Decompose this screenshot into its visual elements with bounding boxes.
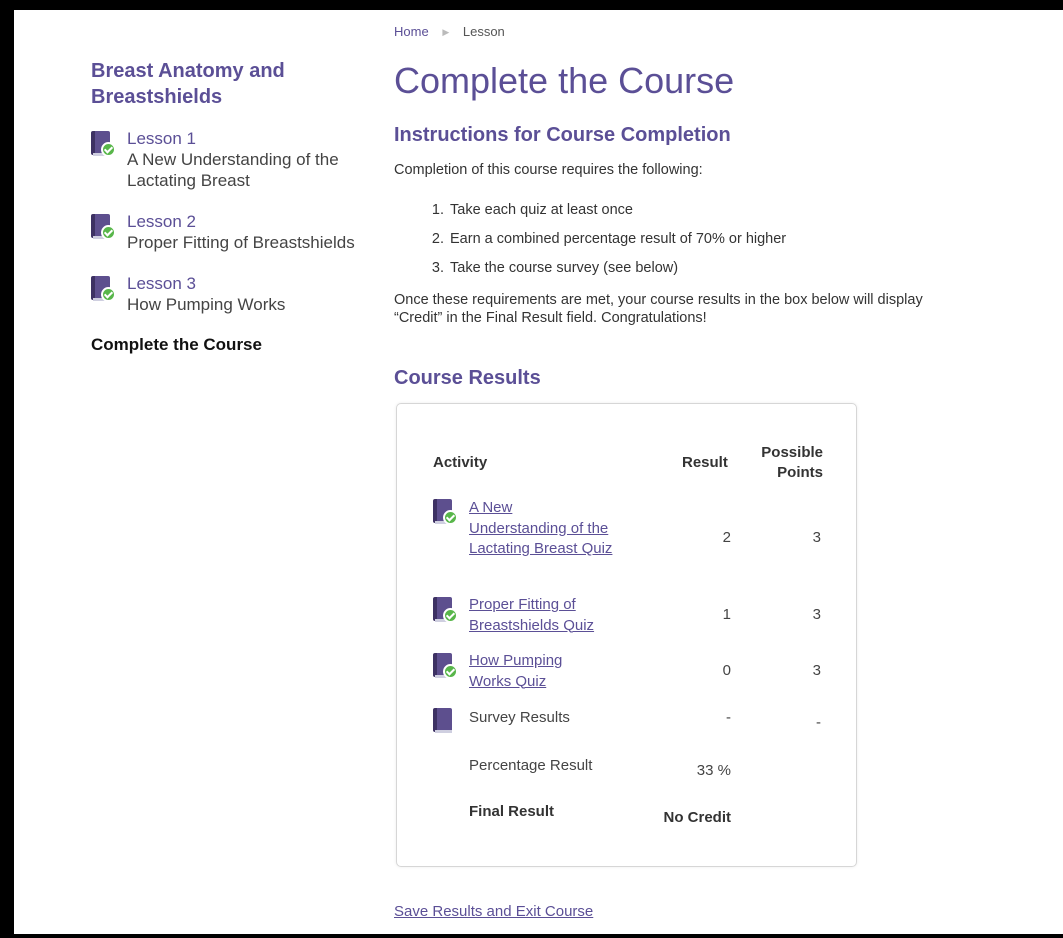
course-title: Breast Anatomy and Breastshields <box>91 60 285 108</box>
triangle-right-icon: ▶ <box>442 27 450 37</box>
lesson-name[interactable]: How Pumping Works <box>127 294 371 315</box>
instructions-heading: Instructions for Course Completion <box>394 124 731 146</box>
course-results-box: Activity Result Possible Points A New Un… <box>396 403 857 867</box>
final-result-value: No Credit <box>663 809 732 826</box>
save-and-exit-link[interactable]: Save Results and Exit Course <box>394 903 593 920</box>
course-sidebar: Breast Anatomy and Breastshields Lesson … <box>91 58 371 355</box>
course-results-heading: Course Results <box>394 367 541 389</box>
breadcrumb-home[interactable]: Home <box>394 24 429 39</box>
percentage-result-label: Percentage Result <box>469 757 593 774</box>
table-row <box>433 708 457 741</box>
breadcrumb: Home ▶ Lesson <box>394 24 505 39</box>
survey-results-label: Survey Results <box>469 709 570 726</box>
percentage-result-value: 33 % <box>696 762 731 779</box>
lesson-number[interactable]: Lesson 3 <box>127 273 371 294</box>
breadcrumb-current: Lesson <box>462 24 505 39</box>
final-result-label: Final Result <box>469 803 555 820</box>
points-value: 3 <box>812 529 821 546</box>
requirement-item: Earn a combined percentage result of 70%… <box>448 225 786 254</box>
quiz-link-lesson-1[interactable]: A New Understanding of the Lactating Bre… <box>469 498 614 560</box>
book-complete-icon <box>433 653 458 681</box>
table-row <box>433 597 458 630</box>
requirement-item: Take each quiz at least once <box>448 196 786 225</box>
lesson-number[interactable]: Lesson 1 <box>127 128 371 149</box>
result-value: 0 <box>722 662 731 679</box>
page-title: Complete the Course <box>394 60 735 101</box>
col-header-result: Result <box>682 454 728 471</box>
quiz-link-lesson-2[interactable]: Proper Fitting of Breastshields Quiz <box>469 595 619 636</box>
col-header-possible-points: Possible Points <box>761 444 823 481</box>
sidebar-item-complete-course[interactable]: Complete the Course <box>91 335 371 355</box>
result-value: 2 <box>722 529 731 546</box>
book-complete-icon <box>91 276 116 304</box>
book-complete-icon <box>433 597 458 625</box>
lesson-name[interactable]: Proper Fitting of Breastshields <box>127 232 371 253</box>
col-header-activity: Activity <box>433 454 488 471</box>
result-value: - <box>726 709 731 726</box>
table-row <box>433 653 458 686</box>
points-value: 3 <box>812 662 821 679</box>
completion-note: Once these requirements are met, your co… <box>394 292 923 326</box>
book-complete-icon <box>91 131 116 159</box>
book-complete-icon <box>91 214 116 242</box>
book-icon <box>433 708 457 736</box>
book-complete-icon <box>433 499 458 527</box>
table-row <box>433 499 458 532</box>
points-value: - <box>816 714 821 731</box>
lesson-number[interactable]: Lesson 2 <box>127 211 371 232</box>
requirements-list: Take each quiz at least once Earn a comb… <box>394 196 786 283</box>
sidebar-item-lesson-3[interactable]: Lesson 3 How Pumping Works <box>91 273 371 315</box>
lesson-name[interactable]: A New Understanding of the Lactating Bre… <box>127 149 371 191</box>
quiz-link-lesson-3[interactable]: How Pumping Works Quiz <box>469 651 589 692</box>
sidebar-item-lesson-1[interactable]: Lesson 1 A New Understanding of the Lact… <box>91 128 371 191</box>
points-value: 3 <box>812 606 821 623</box>
result-value: 1 <box>722 606 731 623</box>
requirement-item: Take the course survey (see below) <box>448 254 786 283</box>
instructions-intro: Completion of this course requires the f… <box>394 162 703 178</box>
sidebar-item-lesson-2[interactable]: Lesson 2 Proper Fitting of Breastshields <box>91 211 371 253</box>
